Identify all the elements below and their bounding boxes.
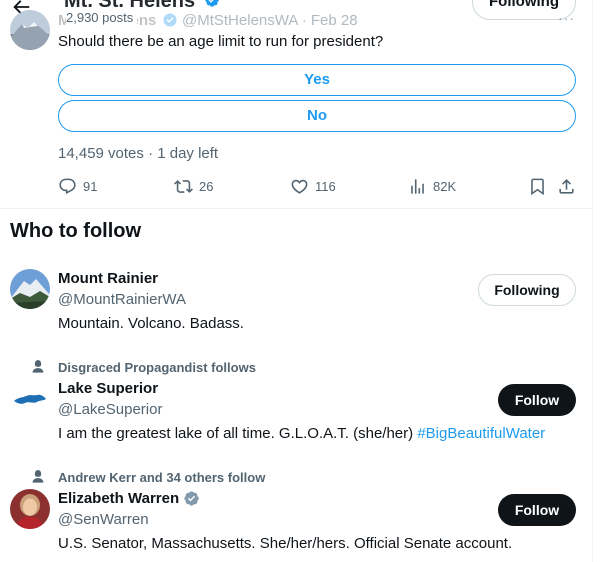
person-icon (32, 360, 44, 373)
repost-button[interactable]: 26 (174, 176, 213, 196)
profile-header: Mt. St. Helens Mt. St. Helens @MtStHelen… (0, 0, 592, 29)
social-context: Disgraced Propagandist follows (30, 359, 256, 375)
avatar[interactable] (10, 379, 50, 419)
person-icon (32, 470, 44, 483)
post-author-avatar[interactable] (10, 10, 50, 50)
repost-count: 26 (199, 178, 214, 194)
share-icon (559, 178, 574, 194)
more-options-icon[interactable]: ··· (558, 10, 575, 26)
following-button[interactable]: Following (478, 274, 576, 306)
social-context: Andrew Kerr and 34 others follow (30, 469, 265, 485)
bookmark-icon (531, 178, 544, 195)
bookmark-button[interactable] (528, 176, 547, 196)
user-handle: @SenWarren (58, 511, 149, 528)
views-button[interactable]: 82K (408, 176, 456, 196)
heart-icon (291, 179, 308, 194)
like-button[interactable]: 116 (290, 176, 336, 196)
views-chart-icon (411, 178, 424, 194)
bio-hashtag-link[interactable]: #BigBeautifulWater (417, 425, 545, 442)
reply-count: 91 (83, 178, 98, 194)
reply-button[interactable]: 91 (58, 176, 97, 196)
poll-option-yes[interactable]: Yes (58, 64, 576, 96)
user-name[interactable]: Elizabeth Warren (58, 490, 200, 507)
like-count: 116 (315, 178, 336, 194)
share-button[interactable] (557, 176, 576, 196)
user-name[interactable]: Lake Superior (58, 380, 158, 397)
who-to-follow-title: Who to follow (10, 220, 142, 242)
user-bio: I am the greatest lake of all time. G.L.… (58, 425, 546, 442)
column-border (592, 0, 593, 562)
reply-icon (59, 178, 76, 194)
user-name[interactable]: Mount Rainier (58, 270, 158, 287)
user-handle: @LakeSuperior (58, 401, 163, 418)
user-bio: Mountain. Volcano. Badass. (58, 315, 244, 332)
repost-icon (174, 179, 193, 193)
verified-badge-icon (163, 13, 177, 27)
post-text: Should there be an age limit to run for … (58, 33, 384, 50)
poll-option-no[interactable]: No (58, 100, 576, 132)
avatar[interactable] (10, 269, 50, 309)
user-handle: @MountRainierWA (58, 291, 187, 308)
post-author-handle[interactable]: @MtStHelensWA · Feb 28 (182, 12, 358, 29)
verified-gray-badge-icon (184, 491, 199, 506)
follow-button[interactable]: Follow (498, 494, 576, 526)
header-post-count: 2,930 posts (66, 10, 138, 25)
verified-badge-icon (205, 0, 219, 7)
post-actions: 91 26 116 82K (58, 176, 576, 196)
poll-meta: 14,459 votes · 1 day left (58, 145, 219, 162)
user-bio: U.S. Senator, Massachusetts. She/her/her… (58, 535, 513, 552)
section-divider (0, 208, 592, 209)
views-count: 82K (433, 178, 457, 194)
avatar[interactable] (10, 489, 50, 529)
follow-button[interactable]: Follow (498, 384, 576, 416)
